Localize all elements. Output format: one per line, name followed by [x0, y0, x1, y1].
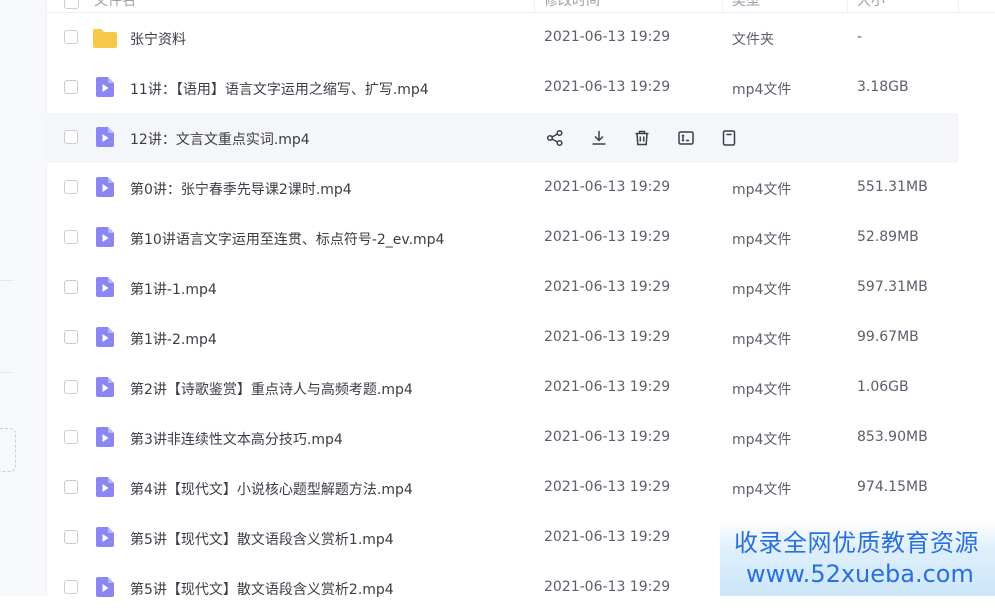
video-file-icon — [94, 76, 116, 98]
file-name[interactable]: 11讲：【语用】语言文字运用之缩写、扩写.mp4 — [130, 79, 429, 99]
row-checkbox[interactable] — [64, 330, 78, 344]
file-date: 2021-06-13 19:29 — [544, 479, 671, 495]
header-date[interactable]: 修改时间 — [544, 0, 600, 10]
header-divider — [958, 0, 959, 12]
row-checkbox[interactable] — [64, 180, 78, 194]
file-date: 2021-06-13 19:29 — [544, 279, 671, 295]
video-file-icon — [94, 326, 116, 348]
file-name[interactable]: 第2讲【诗歌鉴赏】重点诗人与高频考题.mp4 — [130, 379, 413, 399]
file-date: 2021-06-13 19:29 — [544, 529, 671, 545]
file-date: 2021-06-13 19:29 — [544, 29, 671, 45]
header-divider — [534, 0, 535, 12]
file-name[interactable]: 张宁资料 — [130, 29, 186, 49]
file-name[interactable]: 第10讲语言文字运用至连贯、标点符号-2_ev.mp4 — [130, 229, 444, 249]
file-size: 99.67MB — [857, 329, 919, 345]
header-size[interactable]: 大小 — [857, 0, 885, 10]
file-date: 2021-06-13 19:29 — [544, 179, 671, 195]
header-type[interactable]: 类型 — [732, 0, 760, 10]
select-all-checkbox[interactable] — [64, 0, 79, 9]
sidebar-dashed-box — [0, 428, 16, 472]
file-row[interactable]: 第1讲-1.mp4 2021-06-13 19:29 mp4文件 597.31MB — [46, 263, 995, 313]
file-size: - — [857, 29, 863, 45]
row-checkbox[interactable] — [64, 30, 78, 44]
file-name[interactable]: 第5讲【现代文】散文语段含义赏析2.mp4 — [130, 579, 394, 599]
row-checkbox[interactable] — [64, 80, 78, 94]
file-size: 551.31MB — [857, 179, 928, 195]
file-name[interactable]: 第3讲非连续性文本高分技巧.mp4 — [130, 429, 343, 449]
video-file-icon — [94, 476, 116, 498]
file-row[interactable]: 第3讲非连续性文本高分技巧.mp4 2021-06-13 19:29 mp4文件 85… — [46, 413, 995, 463]
copy-icon[interactable] — [718, 127, 740, 149]
row-checkbox[interactable] — [64, 480, 78, 494]
video-file-icon — [94, 276, 116, 298]
file-date: 2021-06-13 19:29 — [544, 379, 671, 395]
file-date: 2021-06-13 19:29 — [544, 329, 671, 345]
row-checkbox[interactable] — [64, 280, 78, 294]
video-file-icon — [94, 526, 116, 548]
file-type: mp4文件 — [732, 182, 792, 198]
video-file-icon — [94, 176, 116, 198]
file-name[interactable]: 12讲：文言文重点实词.mp4 — [130, 129, 310, 149]
file-name[interactable]: 第5讲【现代文】散文语段含义赏析1.mp4 — [130, 529, 394, 549]
watermark-line1: 收录全网优质教育资源 — [734, 529, 979, 557]
file-row[interactable]: 第1讲-2.mp4 2021-06-13 19:29 mp4文件 99.67MB — [46, 313, 995, 363]
file-row[interactable]: 12讲：文言文重点实词.mp4 — [46, 113, 958, 163]
file-size: 1.06GB — [857, 379, 909, 395]
row-checkbox[interactable] — [64, 380, 78, 394]
video-file-icon — [94, 126, 116, 148]
sidebar-divider — [0, 372, 14, 373]
folder-row[interactable]: 张宁资料 2021-06-13 19:29 文件夹 - — [46, 13, 995, 63]
file-type: mp4文件 — [732, 432, 792, 448]
file-size: 3.18GB — [857, 79, 909, 95]
file-row[interactable]: 11讲：【语用】语言文字运用之缩写、扩写.mp4 2021-06-13 19:29… — [46, 63, 995, 113]
video-file-icon — [94, 226, 116, 248]
file-size: 52.89MB — [857, 229, 919, 245]
file-size: 597.31MB — [857, 279, 928, 295]
file-date: 2021-06-13 19:29 — [544, 429, 671, 445]
file-name[interactable]: 第1讲-1.mp4 — [130, 279, 217, 299]
file-list-header: 文件名 修改时间 类型 大小 — [46, 0, 995, 13]
row-checkbox[interactable] — [64, 130, 78, 144]
folder-icon — [92, 27, 117, 49]
video-file-icon — [94, 426, 116, 448]
download-icon[interactable] — [588, 127, 610, 149]
file-row[interactable]: 第10讲语言文字运用至连贯、标点符号-2_ev.mp4 2021-06-13 19… — [46, 213, 995, 263]
file-type: mp4文件 — [732, 382, 792, 398]
file-type: mp4文件 — [732, 332, 792, 348]
file-type: mp4文件 — [732, 282, 792, 298]
file-date: 2021-06-13 19:29 — [544, 229, 671, 245]
delete-icon[interactable] — [631, 127, 653, 149]
file-date: 2021-06-13 19:29 — [544, 579, 671, 595]
header-name[interactable]: 文件名 — [94, 0, 136, 10]
file-name[interactable]: 第1讲-2.mp4 — [130, 329, 217, 349]
file-type: mp4文件 — [732, 482, 792, 498]
header-divider — [847, 0, 848, 12]
file-size: 853.90MB — [857, 429, 928, 445]
file-size: 974.15MB — [857, 479, 928, 495]
file-row[interactable]: 第0讲：张宁春季先导课2课时.mp4 2021-06-13 19:29 mp4文件 5… — [46, 163, 995, 213]
file-type: 文件夹 — [732, 32, 774, 48]
sidebar-divider — [0, 280, 14, 281]
file-row[interactable]: 第4讲【现代文】小说核心题型解题方法.mp4 2021-06-13 19:29 mp… — [46, 463, 995, 513]
file-date: 2021-06-13 19:29 — [544, 79, 671, 95]
header-divider — [722, 0, 723, 12]
video-file-icon — [94, 576, 116, 598]
rename-icon[interactable] — [675, 127, 697, 149]
row-checkbox[interactable] — [64, 580, 78, 594]
file-type: mp4文件 — [732, 82, 792, 98]
file-row[interactable]: 第2讲【诗歌鉴赏】重点诗人与高频考题.mp4 2021-06-13 19:29 mp… — [46, 363, 995, 413]
row-checkbox[interactable] — [64, 230, 78, 244]
file-name[interactable]: 第0讲：张宁春季先导课2课时.mp4 — [130, 179, 352, 199]
share-icon[interactable] — [544, 127, 566, 149]
row-checkbox[interactable] — [64, 530, 78, 544]
file-name[interactable]: 第4讲【现代文】小说核心题型解题方法.mp4 — [130, 479, 413, 499]
left-sidebar-strip — [0, 0, 47, 596]
video-file-icon — [94, 376, 116, 398]
file-type: mp4文件 — [732, 232, 792, 248]
watermark-line2: www.52xueba.com — [746, 560, 974, 588]
row-checkbox[interactable] — [64, 430, 78, 444]
